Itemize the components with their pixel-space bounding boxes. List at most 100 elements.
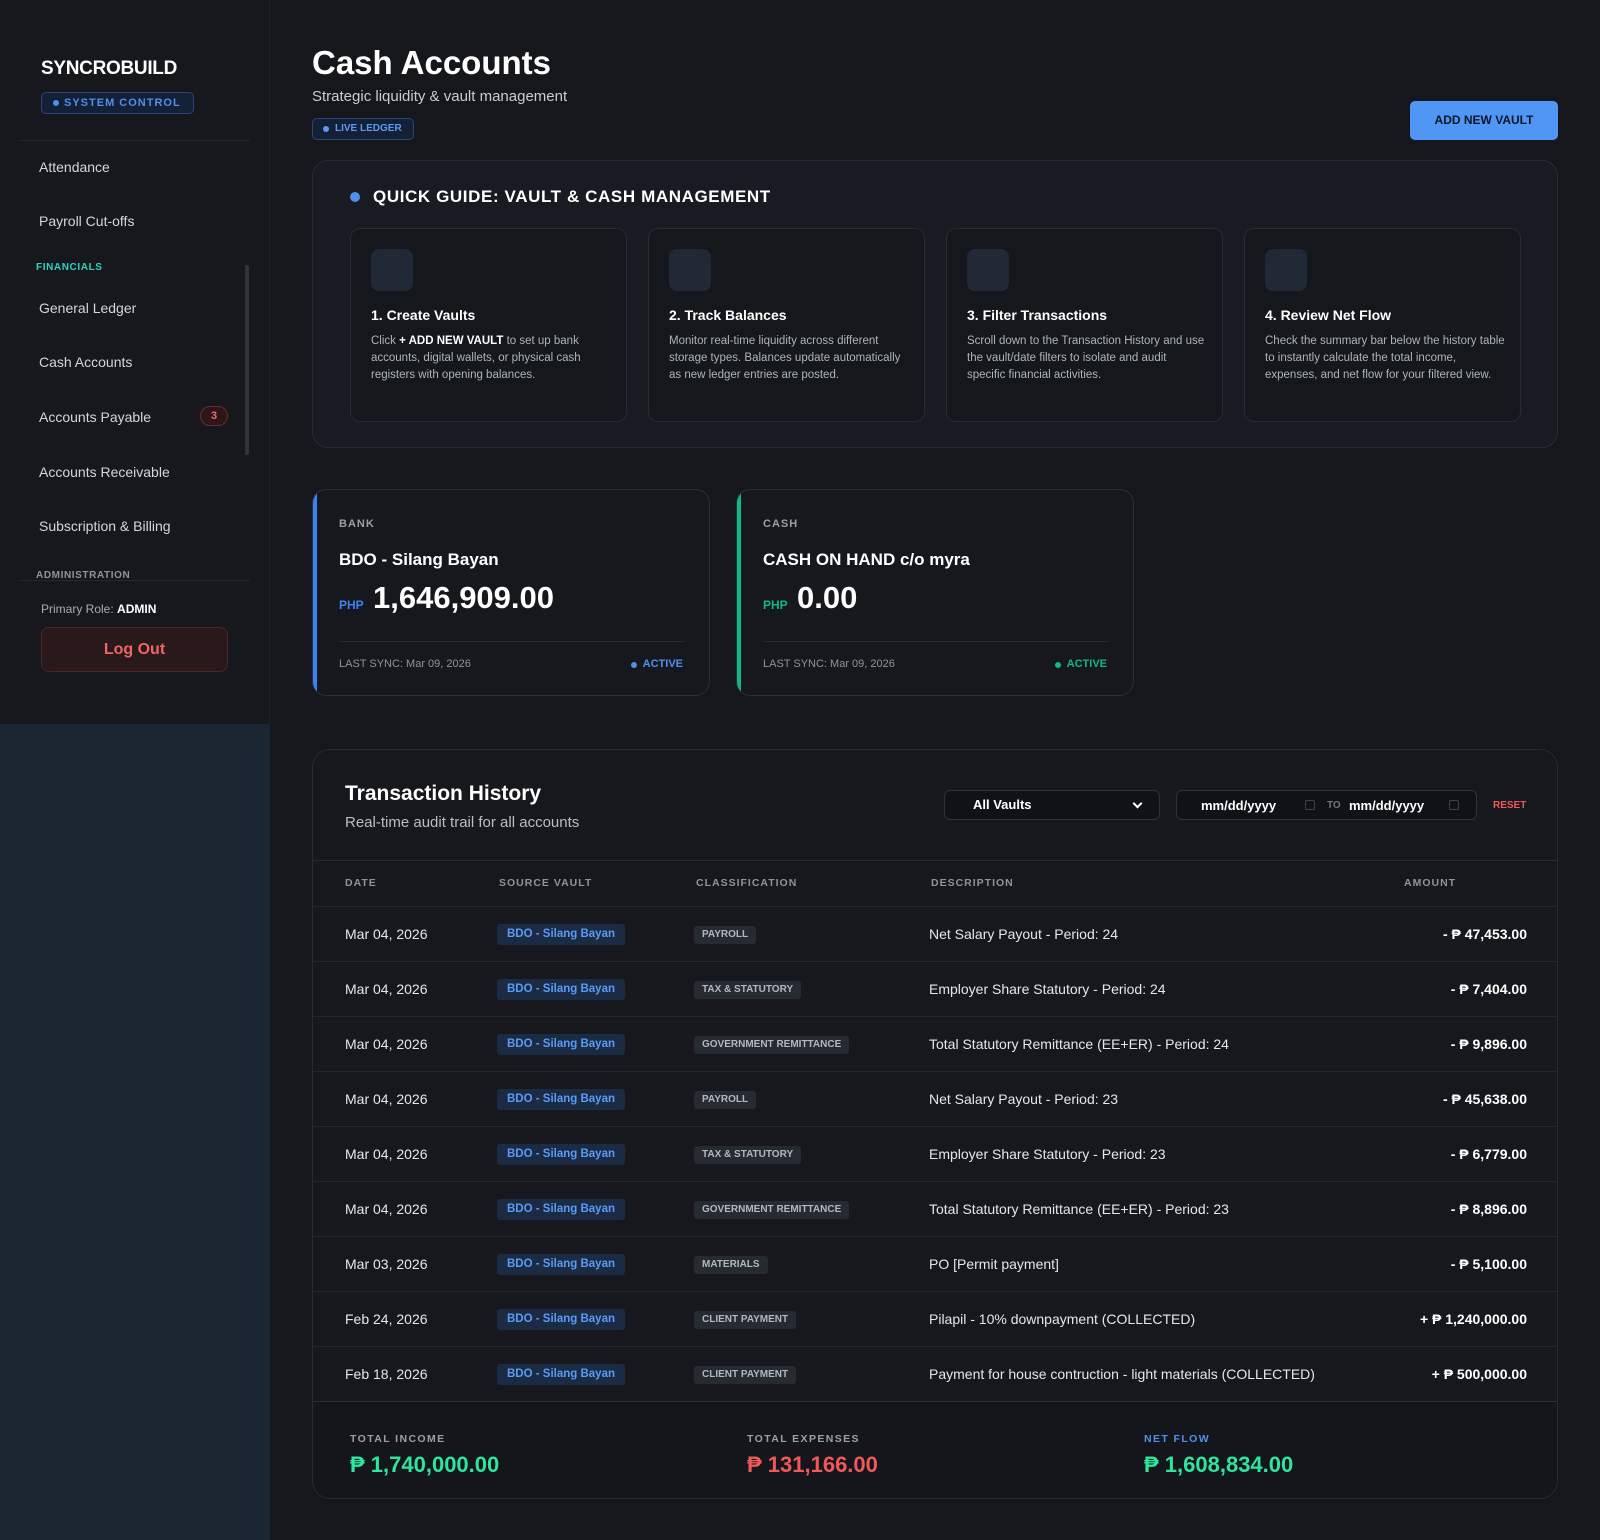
sidebar-section-financials: FINANCIALS — [36, 262, 103, 273]
row-amount: - ₱ 6,779.00 — [1450, 1146, 1527, 1162]
row-date: Mar 03, 2026 — [345, 1256, 428, 1272]
sidebar-scrollbar[interactable] — [245, 265, 249, 455]
chevron-down-icon — [1132, 798, 1143, 809]
calendar-icon[interactable] — [1449, 800, 1459, 810]
sidebar-background — [0, 724, 270, 1540]
date-from-input[interactable]: mm/dd/yyyy — [1201, 798, 1276, 813]
sidebar-item-accounts-receivable[interactable]: Accounts Receivable — [39, 464, 170, 480]
step-title: 3. Filter Transactions — [967, 307, 1108, 323]
guide-step-track-balances: 2. Track Balances Monitor real-time liqu… — [648, 228, 925, 422]
page-title: Cash Accounts — [312, 44, 551, 81]
transaction-history-panel: Transaction History Real-time audit trai… — [312, 749, 1558, 1499]
table-row[interactable]: Mar 04, 2026 BDO - Silang Bayan GOVERNMENT… — [313, 1016, 1557, 1071]
table-row[interactable]: Mar 04, 2026 BDO - Silang Bayan TAX & STAT… — [313, 1126, 1557, 1181]
row-amount: - ₱ 8,896.00 — [1450, 1201, 1527, 1217]
summary-bar: TOTAL INCOME ₱ 1,740,000.00 TOTAL EXPENS… — [313, 1401, 1557, 1498]
chart-icon — [1265, 249, 1307, 291]
vault-type: CASH — [763, 518, 799, 530]
row-date: Mar 04, 2026 — [345, 1091, 428, 1107]
date-to-input[interactable]: mm/dd/yyyy — [1349, 798, 1424, 813]
reset-filters-button[interactable]: RESET — [1493, 800, 1526, 811]
role-value: ADMIN — [117, 602, 157, 616]
balance-icon — [669, 249, 711, 291]
history-title: Transaction History — [345, 782, 542, 805]
net-flow-label: NET FLOW — [1144, 1433, 1211, 1445]
table-row[interactable]: Mar 04, 2026 BDO - Silang Bayan PAYROLL Net… — [313, 1071, 1557, 1126]
vault-icon — [371, 249, 413, 291]
page-subtitle: Strategic liquidity & vault management — [312, 88, 568, 105]
row-source-vault: BDO - Silang Bayan — [497, 1034, 625, 1055]
main-content: Cash Accounts Strategic liquidity & vaul… — [270, 0, 1600, 1540]
vault-last-sync: LAST SYNC: Mar 09, 2026 — [763, 658, 895, 670]
row-date: Mar 04, 2026 — [345, 981, 428, 997]
row-description: Total Statutory Remittance (EE+ER) - Per… — [929, 1201, 1229, 1217]
vault-last-sync: LAST SYNC: Mar 09, 2026 — [339, 658, 471, 670]
row-date: Mar 04, 2026 — [345, 1146, 428, 1162]
guide-step-create-vaults: 1. Create Vaults Click + ADD NEW VAULT t… — [350, 228, 627, 422]
row-source-vault: BDO - Silang Bayan — [497, 1254, 625, 1275]
quick-guide-panel: QUICK GUIDE: VAULT & CASH MANAGEMENT 1. … — [312, 160, 1558, 448]
sidebar-item-general-ledger[interactable]: General Ledger — [39, 300, 136, 316]
row-description: Pilapil - 10% downpayment (COLLECTED) — [929, 1311, 1196, 1327]
column-header-classification: CLASSIFICATION — [696, 877, 798, 889]
sidebar-item-accounts-payable[interactable]: Accounts Payable — [39, 409, 151, 425]
live-ledger-badge: LIVE LEDGER — [312, 118, 414, 140]
vault-status-badge: ACTIVE — [1054, 658, 1107, 670]
guide-step-review-net-flow: 4. Review Net Flow Check the summary bar… — [1244, 228, 1521, 422]
row-amount: - ₱ 5,100.00 — [1450, 1256, 1527, 1272]
vault-balance: 0.00 — [797, 580, 858, 615]
row-description: Net Salary Payout - Period: 23 — [929, 1091, 1119, 1107]
sidebar: SYNCROBUILD SYSTEM CONTROL Attendance Pa… — [0, 0, 270, 724]
step-text: Check the summary bar below the history … — [1265, 335, 1505, 381]
row-amount: - ₱ 45,638.00 — [1442, 1091, 1527, 1107]
row-classification: PAYROLL — [694, 1091, 757, 1109]
table-row[interactable]: Mar 04, 2026 BDO - Silang Bayan PAYROLL Net… — [313, 906, 1557, 961]
row-amount: + ₱ 1,240,000.00 — [1419, 1311, 1527, 1327]
row-classification: PAYROLL — [694, 926, 757, 944]
table-row[interactable]: Feb 18, 2026 BDO - Silang Bayan CLIENT PAY… — [313, 1346, 1557, 1401]
role-label: Primary Role: — [41, 602, 114, 616]
table-row[interactable]: Mar 04, 2026 BDO - Silang Bayan GOVERNMENT… — [313, 1181, 1557, 1236]
column-header-description: DESCRIPTION — [931, 877, 1014, 889]
row-amount: + ₱ 500,000.00 — [1431, 1366, 1527, 1382]
step-text: Monitor real-time liquidity across diffe… — [669, 335, 901, 381]
total-expenses-value: ₱ 131,166.00 — [747, 1452, 878, 1477]
guide-step-filter-transactions: 3. Filter Transactions Scroll down to th… — [946, 228, 1223, 422]
sidebar-item-subscription-billing[interactable]: Subscription & Billing — [39, 518, 171, 534]
sidebar-item-attendance[interactable]: Attendance — [39, 159, 110, 175]
row-amount: - ₱ 47,453.00 — [1442, 926, 1527, 942]
history-divider — [313, 860, 1557, 861]
net-flow-value: ₱ 1,608,834.00 — [1144, 1452, 1294, 1477]
vault-balance: 1,646,909.00 — [373, 580, 555, 615]
vault-accent-bar — [313, 490, 317, 695]
vault-accent-bar — [737, 490, 741, 695]
row-date: Feb 18, 2026 — [345, 1366, 428, 1382]
sidebar-item-payroll-cutoffs[interactable]: Payroll Cut-offs — [39, 213, 134, 229]
date-range-filter: mm/dd/yyyy TO mm/dd/yyyy — [1176, 790, 1477, 820]
vault-name: CASH ON HAND c/o myra — [763, 550, 970, 569]
table-row[interactable]: Feb 24, 2026 BDO - Silang Bayan CLIENT PAY… — [313, 1291, 1557, 1346]
table-row[interactable]: Mar 04, 2026 BDO - Silang Bayan TAX & STAT… — [313, 961, 1557, 1016]
vault-card-cash[interactable]: CASH CASH ON HAND c/o myra PHP 0.00 LAST… — [736, 489, 1134, 696]
sidebar-item-cash-accounts[interactable]: Cash Accounts — [39, 354, 132, 370]
row-classification: GOVERNMENT REMITTANCE — [694, 1036, 850, 1054]
add-new-vault-button[interactable]: ADD NEW VAULT — [1410, 101, 1558, 140]
brand-logo[interactable]: SYNCROBUILD — [41, 58, 177, 80]
table-row[interactable]: Mar 03, 2026 BDO - Silang Bayan MATERIALS P… — [313, 1236, 1557, 1291]
row-date: Feb 24, 2026 — [345, 1311, 428, 1327]
vault-divider — [339, 641, 685, 642]
logout-button[interactable]: Log Out — [41, 627, 228, 672]
calendar-icon[interactable] — [1305, 800, 1315, 810]
vault-type: BANK — [339, 518, 375, 530]
vault-filter-select[interactable]: All Vaults — [944, 790, 1160, 820]
vault-card-bank[interactable]: BANK BDO - Silang Bayan PHP 1,646,909.00… — [312, 489, 710, 696]
row-classification: MATERIALS — [694, 1256, 768, 1274]
row-classification: CLIENT PAYMENT — [694, 1366, 797, 1384]
step-title: 4. Review Net Flow — [1265, 307, 1392, 323]
sidebar-divider — [20, 140, 250, 141]
row-description: Total Statutory Remittance (EE+ER) - Per… — [929, 1036, 1229, 1052]
row-amount: - ₱ 7,404.00 — [1450, 981, 1527, 997]
row-source-vault: BDO - Silang Bayan — [497, 979, 625, 1000]
row-description: PO [Permit payment] — [929, 1256, 1059, 1272]
row-source-vault: BDO - Silang Bayan — [497, 1144, 625, 1165]
